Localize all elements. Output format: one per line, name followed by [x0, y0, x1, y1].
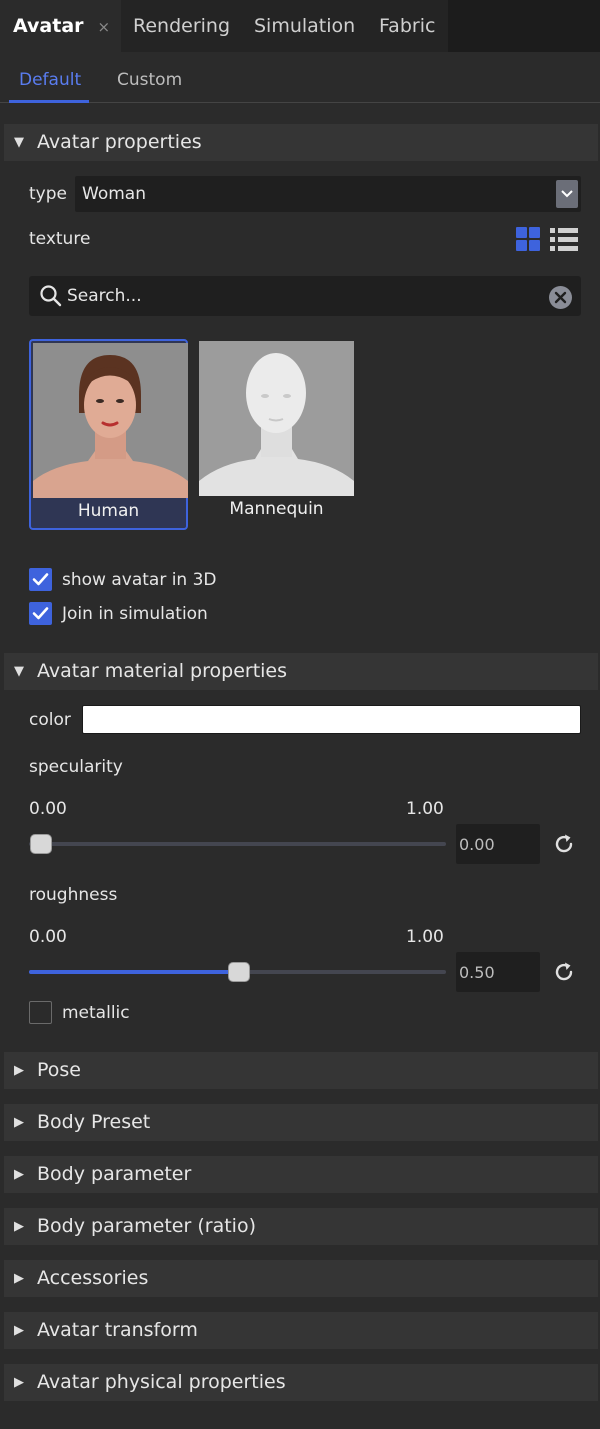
check-icon [32, 573, 49, 586]
section-title: Avatar physical properties [37, 1371, 286, 1393]
tab-avatar[interactable]: Avatar × [0, 0, 121, 52]
search-input[interactable] [67, 276, 537, 316]
collapsed-arrow-icon: ▶ [14, 1115, 24, 1130]
grid-view-icon[interactable] [516, 227, 540, 251]
collapsed-arrow-icon: ▶ [14, 1219, 24, 1234]
specularity-max-label: 1.00 [406, 799, 444, 819]
metallic-label: metallic [62, 1003, 130, 1023]
join-simulation-checkbox[interactable] [29, 602, 52, 625]
clear-search-icon[interactable] [549, 286, 572, 309]
collapsed-arrow-icon: ▶ [14, 1271, 24, 1286]
specularity-value-field[interactable] [456, 824, 540, 864]
section-title: Avatar material properties [37, 660, 288, 682]
mannequin-avatar-thumbnail [199, 341, 354, 496]
roughness-label: roughness [29, 885, 118, 905]
section-avatar-physical-properties[interactable]: ▶ Avatar physical properties [4, 1364, 598, 1401]
tab-rendering[interactable]: Rendering [121, 0, 240, 52]
section-avatar-transform[interactable]: ▶ Avatar transform [4, 1312, 598, 1349]
color-label: color [29, 710, 71, 730]
texture-search-bar [29, 276, 581, 316]
roughness-value-field[interactable] [456, 952, 540, 992]
section-avatar-properties[interactable]: ▼ Avatar properties [4, 124, 598, 161]
section-title: Accessories [37, 1267, 149, 1289]
type-label: type [29, 184, 67, 204]
specularity-slider-track[interactable] [29, 842, 446, 846]
roughness-min-label: 0.00 [29, 927, 67, 947]
tab-avatar-label: Avatar [13, 15, 84, 37]
tab-fabric[interactable]: Fabric [365, 0, 448, 52]
specularity-label: specularity [29, 757, 123, 777]
subtab-custom[interactable]: Custom [117, 70, 182, 90]
texture-card-label: Mannequin [229, 499, 324, 519]
roughness-slider-handle[interactable] [227, 962, 250, 982]
section-title: Avatar transform [37, 1319, 198, 1341]
texture-card-mannequin[interactable]: Mannequin [197, 339, 356, 530]
human-avatar-thumbnail [33, 343, 188, 498]
check-icon [32, 607, 49, 620]
type-select-value: Woman [82, 184, 146, 204]
specularity-min-label: 0.00 [29, 799, 67, 819]
tab-simulation[interactable]: Simulation [240, 0, 365, 52]
roughness-value-input[interactable] [456, 952, 540, 992]
section-title: Body parameter (ratio) [37, 1215, 256, 1237]
collapsed-arrow-icon: ▶ [14, 1323, 24, 1338]
top-tab-bar: Avatar × Rendering Simulation Fabric [0, 0, 600, 52]
section-title: Avatar properties [37, 131, 202, 153]
section-title: Body Preset [37, 1111, 151, 1133]
section-accessories[interactable]: ▶ Accessories [4, 1260, 598, 1297]
join-simulation-label: Join in simulation [62, 604, 208, 624]
specularity-reset-icon[interactable] [552, 832, 576, 856]
list-view-icon[interactable] [550, 227, 578, 251]
specularity-slider-handle[interactable] [30, 834, 52, 854]
texture-card-human[interactable]: Human [29, 339, 188, 530]
section-body-parameter[interactable]: ▶ Body parameter [4, 1156, 598, 1193]
show-avatar-checkbox[interactable] [29, 568, 52, 591]
roughness-max-label: 1.00 [406, 927, 444, 947]
specularity-value-input[interactable] [456, 824, 540, 864]
expanded-arrow-icon: ▼ [14, 135, 24, 150]
metallic-checkbox[interactable] [29, 1001, 52, 1024]
section-title: Body parameter [37, 1163, 192, 1185]
subtab-active-indicator [9, 100, 89, 103]
texture-label: texture [29, 229, 91, 249]
close-icon[interactable]: × [98, 18, 111, 36]
collapsed-arrow-icon: ▶ [14, 1167, 24, 1182]
chevron-down-icon[interactable] [556, 180, 578, 208]
expanded-arrow-icon: ▼ [14, 664, 24, 679]
section-body-parameter-ratio[interactable]: ▶ Body parameter (ratio) [4, 1208, 598, 1245]
type-select[interactable]: Woman [75, 176, 581, 212]
search-icon [39, 284, 63, 308]
collapsed-arrow-icon: ▶ [14, 1063, 24, 1078]
section-avatar-material-properties[interactable]: ▼ Avatar material properties [4, 653, 598, 690]
color-swatch[interactable] [82, 705, 581, 734]
show-avatar-label: show avatar in 3D [62, 570, 217, 590]
subtab-default[interactable]: Default [19, 70, 81, 90]
roughness-slider-fill [29, 970, 238, 974]
section-pose[interactable]: ▶ Pose [4, 1052, 598, 1089]
texture-card-label: Human [77, 501, 140, 521]
section-title: Pose [37, 1059, 81, 1081]
section-body-preset[interactable]: ▶ Body Preset [4, 1104, 598, 1141]
collapsed-arrow-icon: ▶ [14, 1375, 24, 1390]
subtab-divider [0, 102, 600, 103]
roughness-reset-icon[interactable] [552, 960, 576, 984]
